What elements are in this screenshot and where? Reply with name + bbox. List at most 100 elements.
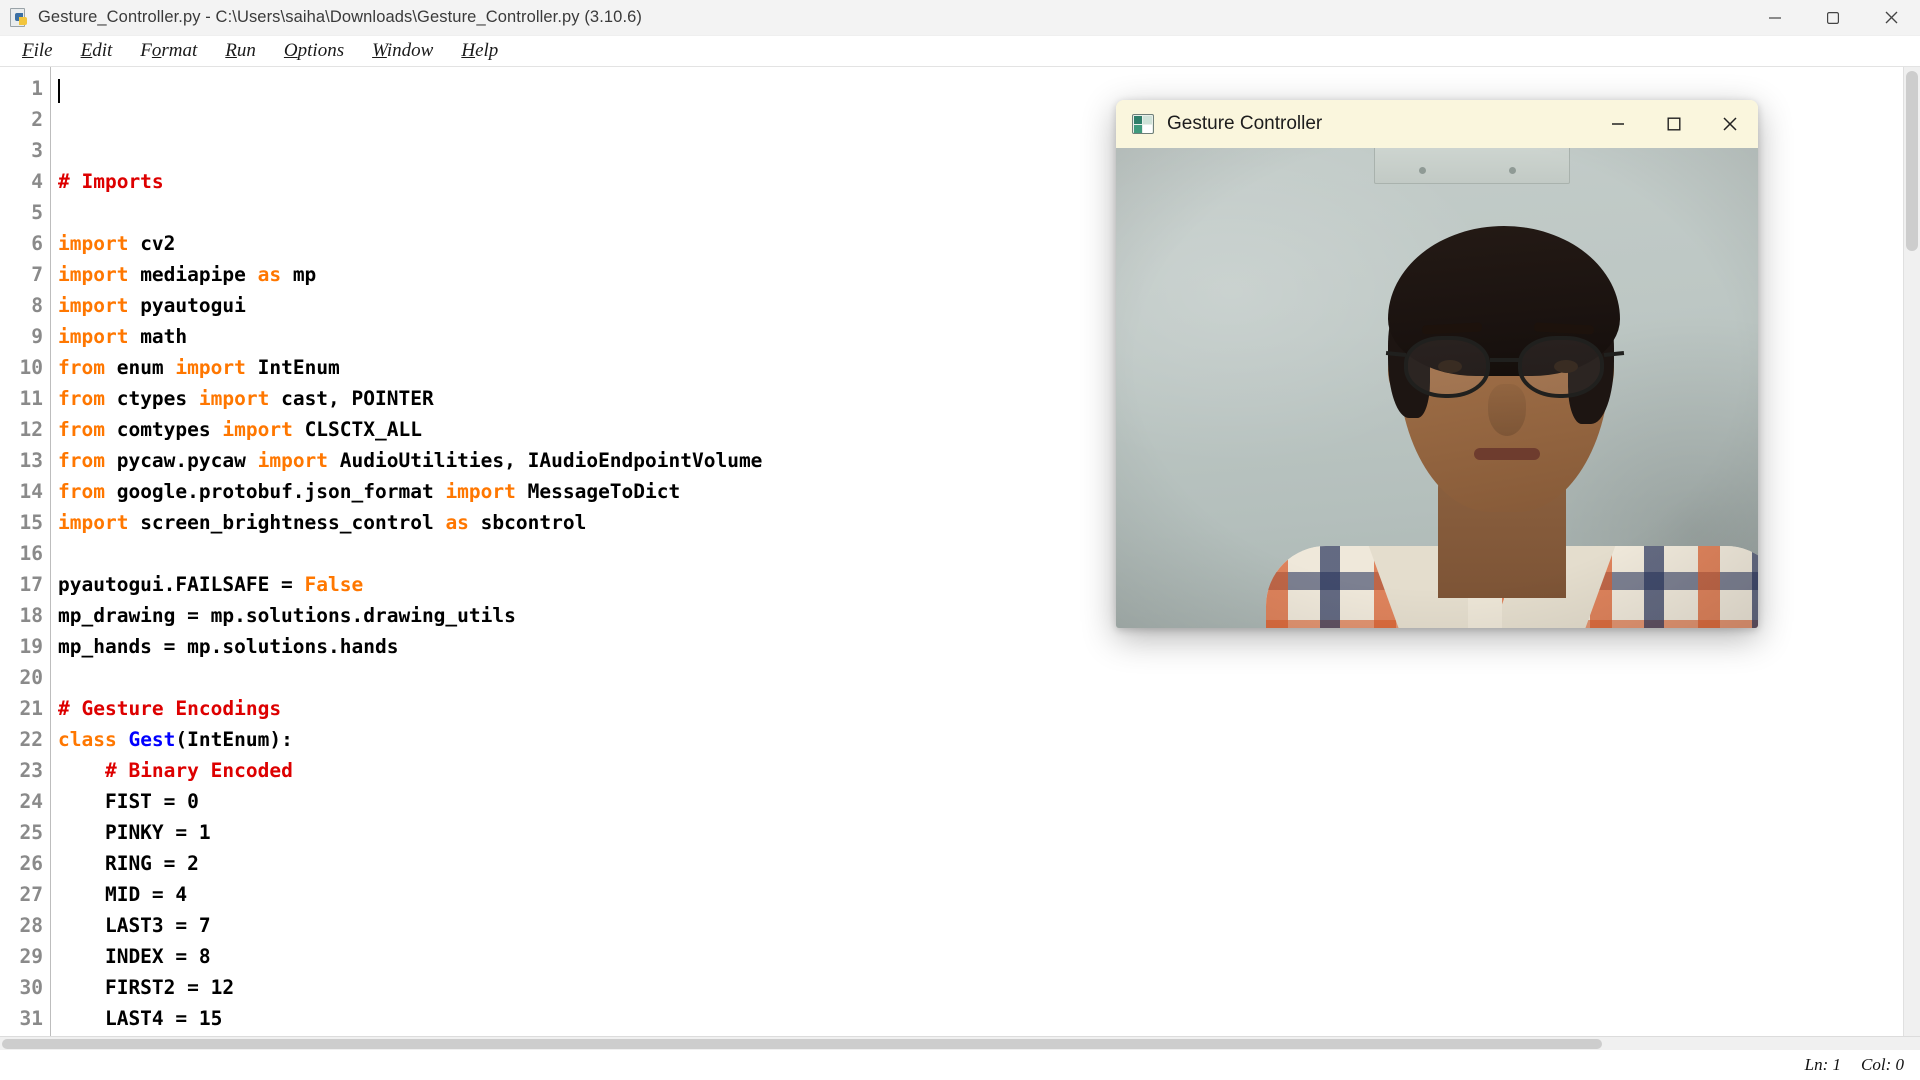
minimize-icon[interactable] (1746, 0, 1804, 36)
webcam-feed (1116, 148, 1758, 628)
text-caret (58, 79, 60, 103)
code-line[interactable]: class Gest(IntEnum): (58, 724, 1903, 755)
status-line-indicator: Ln: 1 (1804, 1055, 1842, 1074)
code-token-plain: pycaw.pycaw (104, 449, 258, 472)
vertical-scrollbar-thumb[interactable] (1906, 71, 1918, 251)
code-line[interactable]: # Binary Encoded (58, 755, 1903, 786)
line-number: 26 (19, 852, 43, 875)
line-number: 3 (31, 139, 43, 162)
code-token-plain: FIRST2 = 12 (58, 976, 235, 999)
code-token-kw: import (198, 387, 270, 410)
line-number: 18 (19, 604, 43, 627)
menu-item-help[interactable]: Help (447, 40, 512, 62)
code-token-plain: INDEX = 8 (58, 945, 211, 968)
line-number: 14 (19, 480, 43, 503)
code-token-plain: LAST3 = 7 (58, 914, 211, 937)
code-token-kw: as (257, 263, 282, 286)
line-number: 22 (19, 728, 43, 751)
line-number: 28 (19, 914, 43, 937)
code-token-kw: class (58, 728, 117, 751)
code-line[interactable]: mp_hands = mp.solutions.hands (58, 631, 1903, 662)
status-col-indicator: Col: 0 (1861, 1055, 1904, 1074)
line-number: 19 (19, 635, 43, 658)
menu-item-options[interactable]: Options (270, 40, 358, 62)
code-token-kw: import (58, 263, 129, 286)
code-token-kw: import (222, 418, 293, 441)
title-bar: Gesture_Controller.py - C:\Users\saiha\D… (0, 0, 1920, 36)
code-token-com: # Imports (58, 170, 164, 193)
code-token-plain: mp (281, 263, 317, 286)
code-token-kw: import (58, 294, 129, 317)
code-token-kw: import (445, 480, 516, 503)
cv-close-icon[interactable] (1702, 100, 1758, 148)
code-token-plain: cast, POINTER (269, 387, 434, 410)
horizontal-scrollbar[interactable] (0, 1036, 1920, 1050)
line-number: 21 (19, 697, 43, 720)
vertical-scrollbar[interactable] (1903, 67, 1920, 1036)
line-number: 27 (19, 883, 43, 906)
line-number: 10 (19, 356, 43, 379)
code-line[interactable]: INDEX = 8 (58, 941, 1903, 972)
line-number: 11 (19, 387, 43, 410)
menu-item-edit[interactable]: Edit (67, 40, 127, 62)
code-token-plain: pyautogui.FAILSAFE = (58, 573, 305, 596)
line-number: 29 (19, 945, 43, 968)
code-token-plain: mp_drawing = mp.solutions.drawing_utils (58, 604, 516, 627)
code-token-kw: import (257, 449, 329, 472)
code-token-plain: CLSCTX_ALL (292, 418, 422, 441)
line-number: 20 (19, 666, 43, 689)
code-token-plain: LAST4 = 15 (58, 1007, 223, 1030)
window-controls (1746, 0, 1920, 36)
code-line[interactable] (58, 662, 1903, 693)
line-number: 9 (31, 325, 43, 348)
code-token-plain: RING = 2 (58, 852, 199, 875)
code-token-com: # Binary Encoded (104, 759, 293, 782)
code-token-plain: FIST = 0 (58, 790, 199, 813)
line-number: 30 (19, 976, 43, 999)
cv-minimize-icon[interactable] (1590, 100, 1646, 148)
code-token-plain: ctypes (104, 387, 199, 410)
code-token-kw: from (58, 449, 105, 472)
cv-maximize-icon[interactable] (1646, 100, 1702, 148)
gesture-controller-titlebar[interactable]: Gesture Controller (1116, 100, 1758, 148)
code-line[interactable]: FIRST2 = 12 (58, 972, 1903, 1003)
code-token-kw: False (304, 573, 364, 596)
code-token-kw: import (58, 232, 129, 255)
line-number: 31 (19, 1007, 43, 1030)
code-token-kw: import (58, 511, 129, 534)
line-number: 6 (31, 232, 43, 255)
code-line[interactable]: FIST = 0 (58, 786, 1903, 817)
line-number: 13 (19, 449, 43, 472)
horizontal-scrollbar-thumb[interactable] (2, 1039, 1602, 1049)
line-number: 2 (31, 108, 43, 131)
code-token-plain: google.protobuf.json_format (104, 480, 446, 503)
line-number: 24 (19, 790, 43, 813)
code-token-plain: IntEnum (245, 356, 340, 379)
code-line[interactable]: PINKY = 1 (58, 817, 1903, 848)
code-token-plain: comtypes (104, 418, 223, 441)
code-token-plain: MID = 4 (58, 883, 188, 906)
menu-item-run[interactable]: Run (211, 40, 270, 62)
code-token-plain: sbcontrol (468, 511, 587, 534)
menu-item-window[interactable]: Window (358, 40, 447, 62)
code-line[interactable]: # Gesture Encodings (58, 693, 1903, 724)
line-number: 8 (31, 294, 43, 317)
code-line[interactable]: RING = 2 (58, 848, 1903, 879)
maximize-icon[interactable] (1804, 0, 1862, 36)
gutter-separator (50, 67, 51, 1036)
menu-item-file[interactable]: File (8, 40, 67, 62)
code-token-plain: (IntEnum): (175, 728, 293, 751)
python-file-icon (9, 7, 29, 28)
code-token-kw: from (58, 418, 105, 441)
idle-editor-window: Gesture_Controller.py - C:\Users\saiha\D… (0, 0, 1920, 1080)
menu-item-format[interactable]: Format (126, 40, 211, 62)
code-line[interactable]: LAST3 = 7 (58, 910, 1903, 941)
code-token-plain: mediapipe (128, 263, 258, 286)
code-line[interactable]: LAST4 = 15 (58, 1003, 1903, 1034)
gesture-controller-window[interactable]: Gesture Controller (1116, 100, 1758, 628)
close-icon[interactable] (1862, 0, 1920, 36)
line-number: 4 (31, 170, 43, 193)
code-token-kw: import (175, 356, 246, 379)
code-line[interactable]: MID = 4 (58, 879, 1903, 910)
